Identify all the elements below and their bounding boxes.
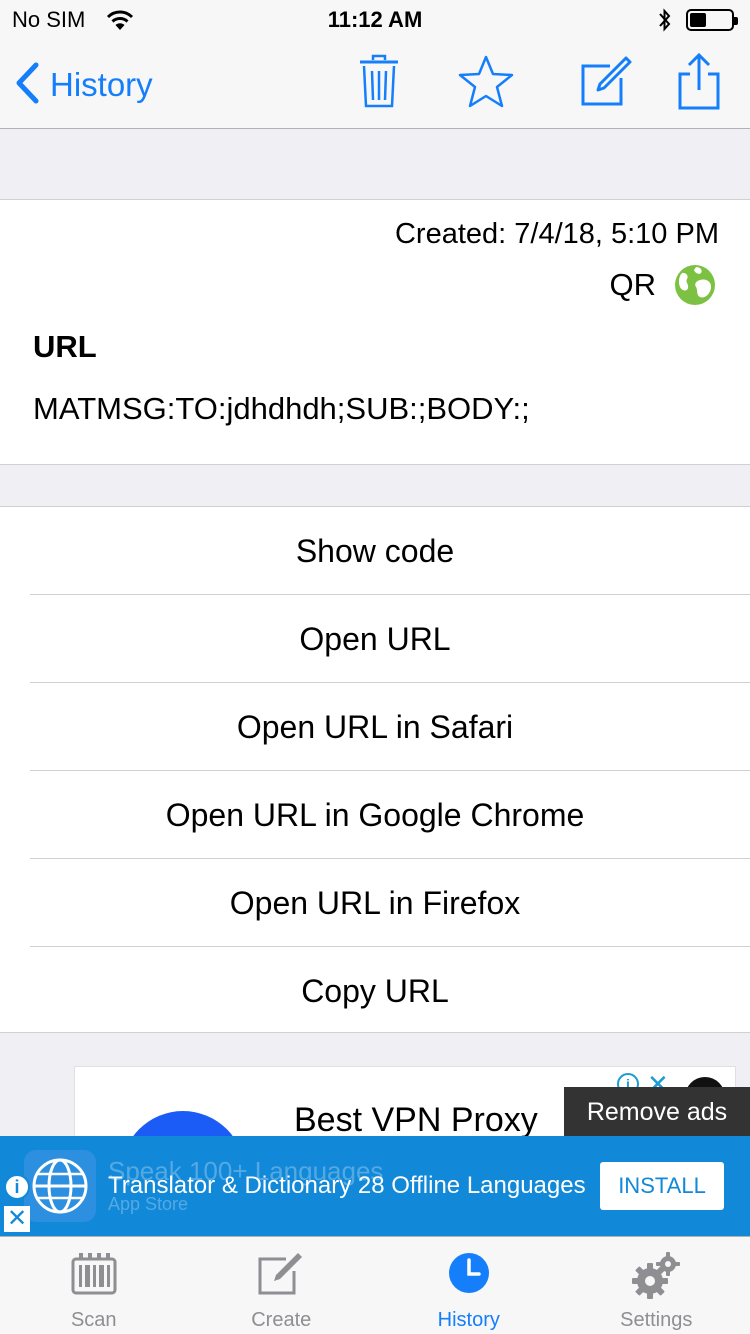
tab-settings[interactable]: Settings xyxy=(563,1237,750,1334)
created-timestamp: Created: 7/4/18, 5:10 PM xyxy=(394,218,719,250)
actions-list: Show code Open URL Open URL in Safari Op… xyxy=(0,506,750,1033)
globe-icon xyxy=(674,264,716,311)
banner-ad[interactable]: Speak 100+ Languages App Store Translato… xyxy=(0,1136,750,1236)
status-bar: No SIM 11:12 AM xyxy=(0,0,750,40)
section-spacer xyxy=(0,129,750,199)
barcode-icon xyxy=(71,1251,117,1300)
clock: 11:12 AM xyxy=(327,7,423,32)
open-url-chrome-button[interactable]: Open URL in Google Chrome xyxy=(0,771,750,859)
screen: No SIM 11:12 AM History Created: 7/4/18,… xyxy=(0,0,750,1334)
gear-icon xyxy=(630,1251,682,1304)
code-format: QR xyxy=(609,267,657,302)
edit-icon[interactable] xyxy=(580,54,632,115)
ad-title: Best VPN Proxy xyxy=(294,1101,538,1139)
back-button[interactable]: History xyxy=(14,60,153,110)
install-button[interactable]: INSTALL xyxy=(600,1162,724,1210)
banner-close-icon[interactable]: ✕ xyxy=(4,1206,30,1232)
tab-create[interactable]: Create xyxy=(188,1237,376,1334)
content-type-label: URL xyxy=(33,329,97,364)
trash-icon[interactable] xyxy=(358,54,400,115)
show-code-button[interactable]: Show code xyxy=(0,507,750,595)
tab-history[interactable]: History xyxy=(375,1237,563,1334)
tab-create-label: Create xyxy=(251,1309,312,1331)
tab-scan[interactable]: Scan xyxy=(0,1237,188,1334)
banner-text: Translator & Dictionary 28 Offline Langu… xyxy=(108,1172,586,1199)
back-label: History xyxy=(50,66,153,103)
share-icon[interactable] xyxy=(676,52,722,115)
scan-content: MATMSG:TO:jdhdhdh;SUB:;BODY:; xyxy=(33,391,530,426)
tab-bar: Scan Create History Settings xyxy=(0,1236,750,1334)
tab-settings-label: Settings xyxy=(620,1309,693,1331)
tab-scan-label: Scan xyxy=(70,1309,117,1331)
bluetooth-icon xyxy=(657,8,673,37)
open-url-button[interactable]: Open URL xyxy=(0,595,750,683)
battery-icon xyxy=(686,9,738,31)
open-url-safari-button[interactable]: Open URL in Safari xyxy=(0,683,750,771)
navigation-bar: History xyxy=(0,40,750,129)
details-card: Created: 7/4/18, 5:10 PM QR URL MATMSG:T… xyxy=(0,199,750,465)
tab-history-label: History xyxy=(437,1309,500,1331)
copy-url-button[interactable]: Copy URL xyxy=(0,947,750,1035)
open-url-firefox-button[interactable]: Open URL in Firefox xyxy=(0,859,750,947)
star-icon[interactable] xyxy=(456,54,516,115)
translator-app-icon xyxy=(24,1150,96,1222)
chevron-left-icon xyxy=(14,62,40,109)
banner-info-icon[interactable]: i xyxy=(4,1174,30,1200)
clock-icon xyxy=(447,1251,491,1300)
remove-ads-button[interactable]: Remove ads xyxy=(564,1087,750,1137)
edit-icon xyxy=(258,1251,304,1300)
